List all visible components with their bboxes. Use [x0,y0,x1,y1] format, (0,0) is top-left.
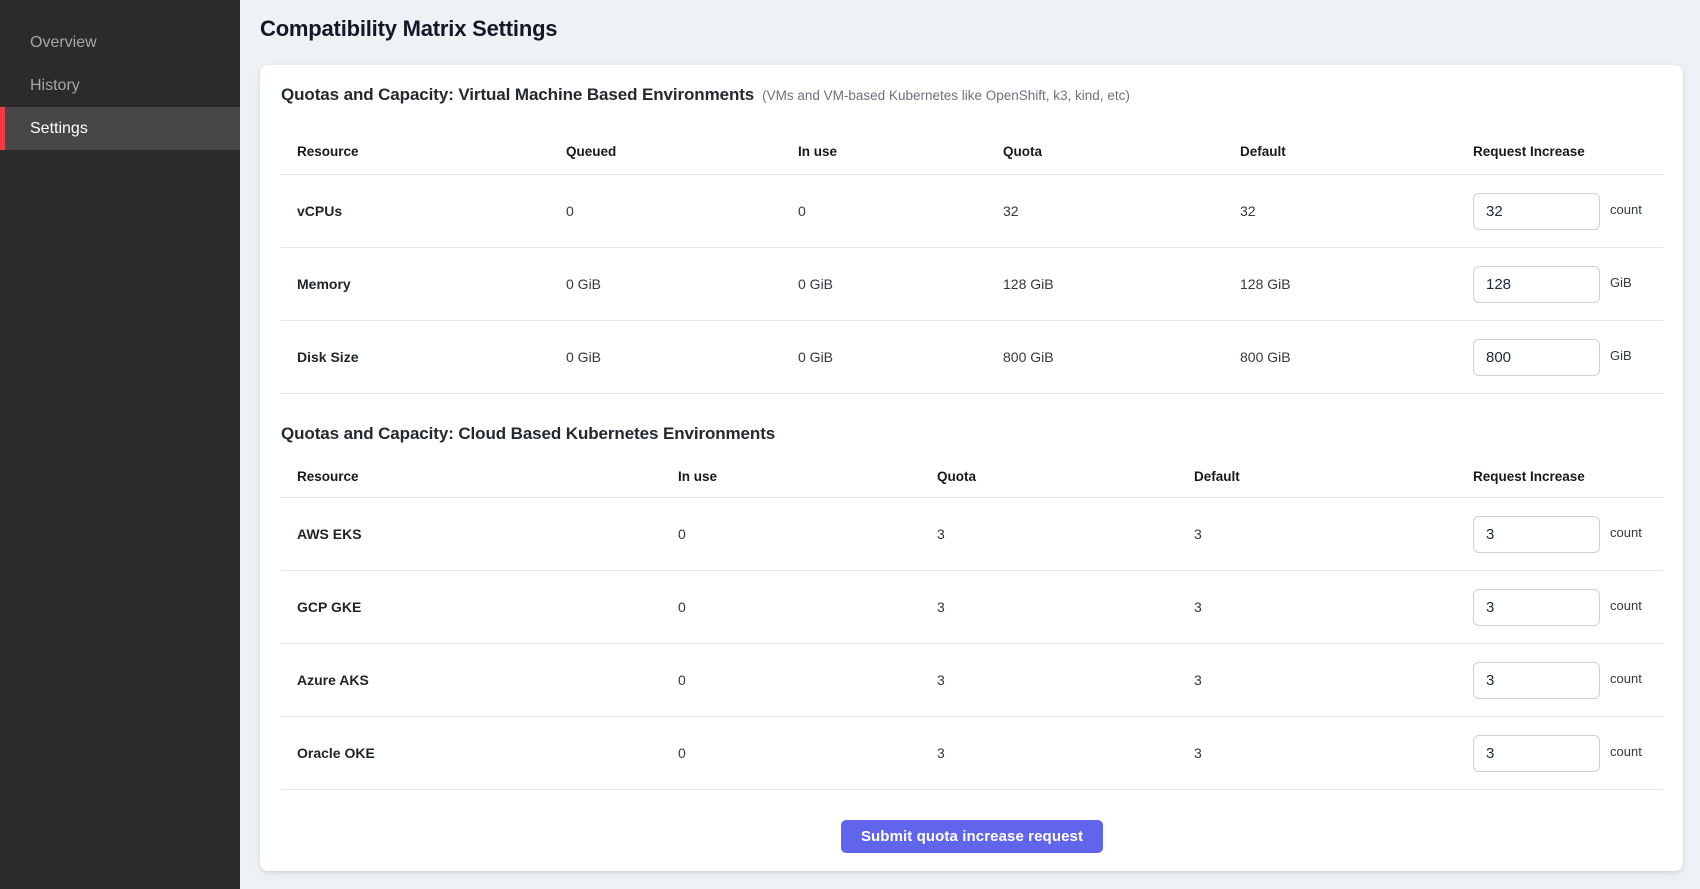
in-use-value: 0 [678,672,937,688]
aws-eks-request-input[interactable] [1473,516,1600,553]
resource-name: vCPUs [281,203,566,219]
unit-label: count [1610,744,1642,759]
column-header-request-increase: Request Increase [1473,144,1663,159]
vcpus-request-input[interactable] [1473,193,1600,230]
disk-size-request-input[interactable] [1473,339,1600,376]
quota-value: 3 [937,672,1194,688]
sidebar-item-overview[interactable]: Overview [0,21,240,64]
k8s-section-heading: Quotas and Capacity: Cloud Based Kuberne… [281,424,1663,444]
table-row-disk-size: Disk Size 0 GiB 0 GiB 800 GiB 800 GiB Gi… [281,321,1663,394]
column-header-resource: Resource [281,469,678,484]
default-value: 3 [1194,599,1473,615]
column-header-quota: Quota [937,469,1194,484]
table-row-azure-aks: Azure AKS 0 3 3 count [281,644,1663,717]
table-row-gcp-gke: GCP GKE 0 3 3 count [281,571,1663,644]
quota-value: 32 [1003,203,1240,219]
quota-value: 3 [937,526,1194,542]
unit-label: GiB [1610,275,1632,290]
in-use-value: 0 [678,526,937,542]
queued-value: 0 GiB [566,349,798,365]
vm-quota-table: Resource Queued In use Quota Default Req… [281,105,1663,394]
column-header-in-use: In use [678,469,937,484]
gcp-gke-request-input[interactable] [1473,589,1600,626]
main-content: Compatibility Matrix Settings Quotas and… [240,0,1700,889]
unit-label: count [1610,598,1642,613]
oracle-oke-request-input[interactable] [1473,735,1600,772]
table-row-memory: Memory 0 GiB 0 GiB 128 GiB 128 GiB GiB [281,248,1663,321]
column-header-queued: Queued [566,144,798,159]
k8s-table-header: Resource In use Quota Default Request In… [281,444,1663,498]
k8s-quota-table: Resource In use Quota Default Request In… [281,444,1663,790]
table-row-vcpus: vCPUs 0 0 32 32 count [281,175,1663,248]
default-value: 3 [1194,745,1473,761]
in-use-value: 0 GiB [798,349,1003,365]
vm-section-subtitle: (VMs and VM-based Kubernetes like OpenSh… [762,88,1130,103]
k8s-section-title: Quotas and Capacity: Cloud Based Kuberne… [281,424,775,444]
sidebar: Overview History Settings [0,0,240,889]
sidebar-item-label: Overview [30,34,97,52]
queued-value: 0 [566,203,798,219]
table-row-aws-eks: AWS EKS 0 3 3 count [281,498,1663,571]
in-use-value: 0 [798,203,1003,219]
resource-name: AWS EKS [281,526,678,542]
resource-name: Oracle OKE [281,745,678,761]
column-header-request-increase: Request Increase [1473,469,1663,484]
page-title: Compatibility Matrix Settings [260,14,1683,44]
quota-value: 128 GiB [1003,276,1240,292]
quota-value: 800 GiB [1003,349,1240,365]
in-use-value: 0 GiB [798,276,1003,292]
default-value: 800 GiB [1240,349,1473,365]
submit-quota-increase-button[interactable]: Submit quota increase request [841,820,1103,853]
table-row-oracle-oke: Oracle OKE 0 3 3 count [281,717,1663,790]
unit-label: count [1610,202,1642,217]
default-value: 32 [1240,203,1473,219]
unit-label: count [1610,525,1642,540]
default-value: 3 [1194,526,1473,542]
submit-button-row: Submit quota increase request [281,820,1663,853]
unit-label: GiB [1610,348,1632,363]
azure-aks-request-input[interactable] [1473,662,1600,699]
in-use-value: 0 [678,599,937,615]
sidebar-item-label: Settings [30,120,88,138]
vm-section-heading: Quotas and Capacity: Virtual Machine Bas… [281,85,1663,105]
sidebar-item-settings[interactable]: Settings [0,107,240,150]
in-use-value: 0 [678,745,937,761]
column-header-default: Default [1240,144,1473,159]
resource-name: Azure AKS [281,672,678,688]
quota-value: 3 [937,745,1194,761]
default-value: 128 GiB [1240,276,1473,292]
column-header-default: Default [1194,469,1473,484]
column-header-in-use: In use [798,144,1003,159]
memory-request-input[interactable] [1473,266,1600,303]
column-header-quota: Quota [1003,144,1240,159]
resource-name: Disk Size [281,349,566,365]
vm-section-title: Quotas and Capacity: Virtual Machine Bas… [281,85,754,105]
vm-table-header: Resource Queued In use Quota Default Req… [281,105,1663,175]
queued-value: 0 GiB [566,276,798,292]
quota-settings-card: Quotas and Capacity: Virtual Machine Bas… [260,65,1683,871]
sidebar-item-history[interactable]: History [0,64,240,107]
resource-name: GCP GKE [281,599,678,615]
resource-name: Memory [281,276,566,292]
column-header-resource: Resource [281,144,566,159]
quota-value: 3 [937,599,1194,615]
default-value: 3 [1194,672,1473,688]
sidebar-item-label: History [30,77,80,95]
unit-label: count [1610,671,1642,686]
